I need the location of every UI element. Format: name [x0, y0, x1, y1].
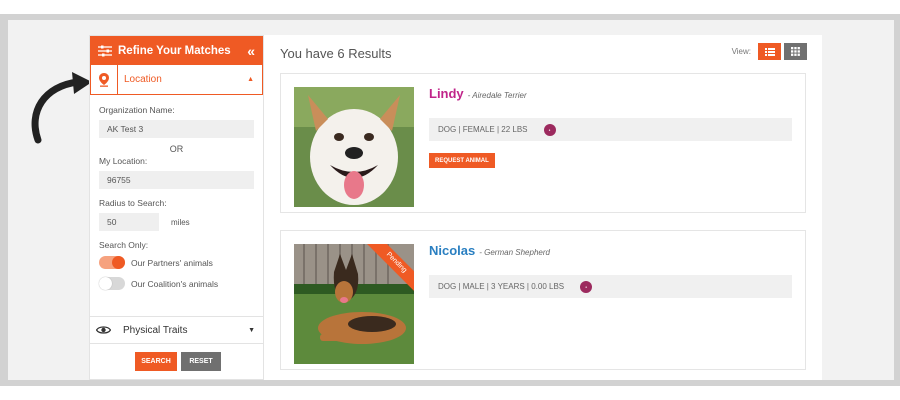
frame-left-border — [0, 14, 8, 386]
partners-toggle-label: Our Partners' animals — [131, 257, 213, 268]
location-pin-icon — [99, 72, 109, 87]
search-only-label: Search Only: — [99, 240, 149, 250]
animal-info: DOG | MALE | 3 YEARS | 0.00 LBS — [438, 282, 565, 291]
partners-toggle-row: Our Partners' animals — [99, 256, 254, 269]
view-switcher: View: — [732, 43, 807, 60]
org-name-label: Organization Name: — [99, 105, 175, 115]
results-panel: You have 6 Results View: Lindy - Airedal… — [264, 35, 822, 380]
coalition-toggle-label: Our Coalition's animals — [131, 278, 219, 289]
animal-info: DOG | FEMALE | 22 LBS — [438, 125, 528, 134]
location-form: Organization Name: AK Test 3 OR My Locat… — [90, 95, 263, 290]
my-location-label: My Location: — [99, 156, 148, 166]
eye-icon — [96, 326, 111, 334]
coalition-toggle-row: Our Coalition's animals — [99, 277, 254, 290]
sidebar-buttons: SEARCH RESET — [135, 352, 221, 371]
radius-label: Radius to Search: — [99, 198, 167, 208]
partners-toggle[interactable] — [99, 256, 125, 269]
coalition-toggle[interactable] — [99, 277, 125, 290]
location-label: Location — [124, 74, 162, 85]
sidebar-header: Refine Your Matches « — [90, 36, 263, 65]
grid-view-icon — [791, 47, 800, 56]
animal-info-bar: DOG | FEMALE | 22 LBS ● — [429, 118, 792, 141]
frame-right-border — [894, 14, 900, 386]
animal-name-line: Lindy - Airedale Terrier — [429, 86, 527, 101]
animal-breed: - Airedale Terrier — [467, 91, 527, 100]
view-label: View: — [731, 47, 751, 56]
results-title: You have 6 Results — [280, 46, 392, 61]
eye-icon-box — [90, 325, 117, 335]
partner-badge-icon: ● — [543, 123, 556, 136]
radius-row: 50 miles — [99, 213, 254, 231]
caret-down-icon: ▼ — [248, 326, 255, 334]
physical-traits-toggle[interactable]: Physical Traits ▼ — [90, 316, 263, 344]
caret-up-icon: ▲ — [247, 76, 254, 83]
animal-photo-wrap[interactable]: Pending — [294, 244, 414, 364]
animal-info-bar: DOG | MALE | 3 YEARS | 0.00 LBS ● — [429, 275, 792, 298]
animal-photo[interactable] — [294, 87, 414, 207]
sidebar-title: Refine Your Matches — [118, 44, 231, 57]
animal-card: Lindy - Airedale Terrier DOG | FEMALE | … — [280, 73, 806, 213]
reset-button[interactable]: RESET — [181, 352, 221, 371]
partner-badge-icon: ● — [580, 280, 593, 293]
filter-icon — [98, 45, 112, 56]
location-section-toggle[interactable]: Location ▲ — [90, 65, 263, 95]
grid-view-button[interactable] — [784, 43, 807, 60]
request-animal-button[interactable]: REQUEST ANIMAL — [429, 153, 495, 168]
animal-breed: - German Shepherd — [479, 248, 550, 257]
arrow-icon — [31, 72, 92, 144]
list-view-icon — [764, 47, 775, 56]
org-name-input[interactable]: AK Test 3 — [99, 120, 254, 138]
radius-unit: miles — [171, 217, 190, 227]
my-location-input[interactable]: 96755 — [99, 171, 254, 189]
search-button[interactable]: SEARCH — [135, 352, 177, 371]
collapse-icon[interactable]: « — [247, 43, 255, 59]
animal-name[interactable]: Lindy — [429, 86, 464, 101]
animal-name-line: Nicolas - German Shepherd — [429, 243, 550, 258]
or-divider: OR — [169, 144, 184, 154]
radius-input[interactable]: 50 — [99, 213, 159, 231]
animal-name[interactable]: Nicolas — [429, 243, 475, 258]
list-view-button[interactable] — [758, 43, 781, 60]
animal-card: Pending Nicolas - German Shepherd DOG | … — [280, 230, 806, 370]
refine-sidebar: Refine Your Matches « Location ▲ Organiz… — [89, 35, 264, 380]
physical-traits-label: Physical Traits — [123, 324, 188, 336]
location-pin-box — [91, 65, 118, 94]
